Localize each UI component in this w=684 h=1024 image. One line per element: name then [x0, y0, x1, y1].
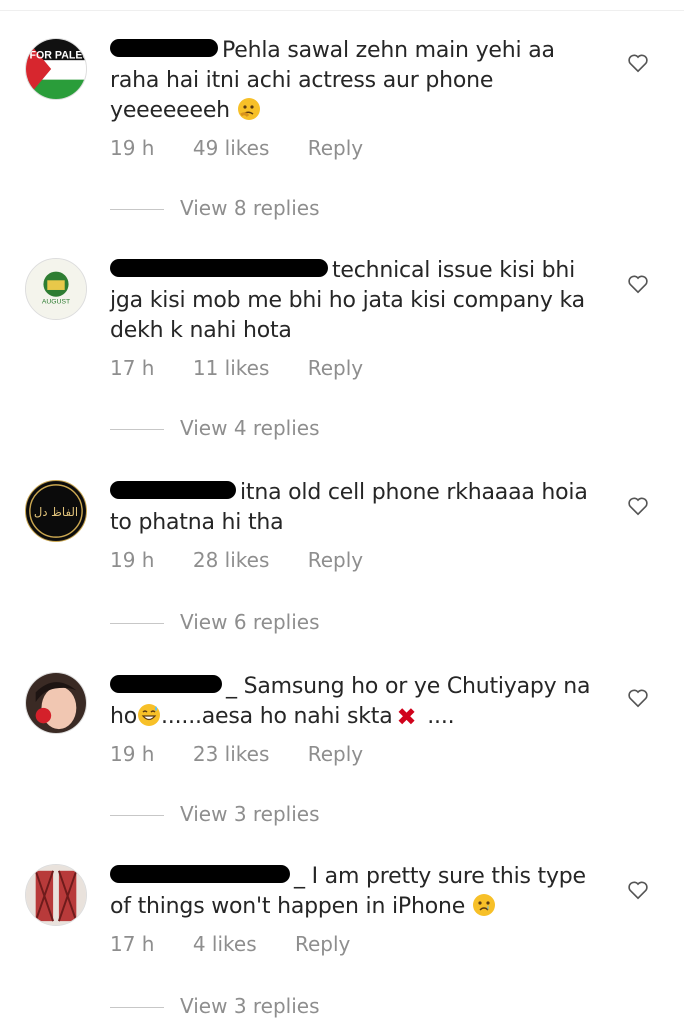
heart-icon[interactable] [627, 688, 649, 708]
profile-photo-avatar-image [26, 865, 86, 925]
likes-count[interactable]: 49 likes [193, 134, 270, 162]
heart-icon[interactable] [627, 880, 649, 900]
view-replies-label: View 3 replies [180, 994, 320, 1018]
thinking-face-emoji-icon [237, 98, 260, 120]
avatar-text: الفاظ دل [34, 505, 78, 519]
view-replies-button[interactable]: View 8 replies [110, 194, 320, 222]
divider-line [110, 1007, 164, 1008]
crying-face-emoji-icon [472, 894, 495, 916]
view-replies-label: View 8 replies [180, 196, 320, 220]
comment-text: Pehla sawal zehn main yehi aa raha hai i… [110, 36, 610, 126]
august-badge-avatar-image: AUGUST [26, 259, 86, 319]
cross-mark-icon: ✖ [396, 703, 417, 731]
comment-meta: 19 h 23 likes Reply [110, 740, 395, 768]
divider-line [110, 209, 164, 210]
timestamp: 19 h [110, 548, 155, 572]
avatar-text: AUGUST [42, 299, 70, 306]
profile-photo-avatar-image [26, 673, 86, 733]
comment-text: itna old cell phone rkhaaaa hoia to phat… [110, 478, 610, 538]
likes-count[interactable]: 11 likes [193, 354, 270, 382]
timestamp: 19 h [110, 742, 155, 766]
heart-icon[interactable] [627, 274, 649, 294]
comment-text: _ Samsung ho or ye Chutiyapy na ho......… [110, 672, 610, 732]
redacted-username [110, 481, 236, 499]
reply-button[interactable]: Reply [308, 354, 363, 382]
redacted-username [110, 675, 222, 693]
redacted-username [110, 259, 328, 277]
top-divider [0, 0, 684, 11]
avatar[interactable] [25, 864, 87, 926]
reply-button[interactable]: Reply [308, 134, 363, 162]
timestamp: 17 h [110, 932, 155, 956]
comment-meta: 19 h 49 likes Reply [110, 134, 395, 162]
comment-body-continued: ......aesa ho nahi skta [161, 704, 393, 729]
avatar[interactable]: الفاظ دل [25, 480, 87, 542]
avatar-text: PRAY FOR PALESTINE [26, 49, 86, 61]
pray-for-palestine-avatar-image: PRAY FOR PALESTINE [26, 39, 86, 99]
view-replies-button[interactable]: View 3 replies [110, 992, 320, 1020]
likes-count[interactable]: 4 likes [193, 930, 257, 958]
heart-icon[interactable] [627, 496, 649, 516]
redacted-username [110, 39, 218, 57]
comment-text: _ I am pretty sure this type of things w… [110, 862, 610, 922]
redacted-username [110, 865, 290, 883]
avatar[interactable]: PRAY FOR PALESTINE [25, 38, 87, 100]
avatar[interactable]: AUGUST [25, 258, 87, 320]
grinning-sweat-emoji-icon [138, 704, 161, 726]
comment-meta: 17 h 4 likes Reply [110, 930, 382, 958]
reply-button[interactable]: Reply [295, 930, 350, 958]
view-replies-label: View 6 replies [180, 610, 320, 634]
reply-button[interactable]: Reply [308, 740, 363, 768]
comment-body-end: .... [420, 704, 455, 729]
view-replies-label: View 4 replies [180, 416, 320, 440]
comment-meta: 19 h 28 likes Reply [110, 546, 395, 574]
timestamp: 19 h [110, 136, 155, 160]
calligraphy-avatar-image: الفاظ دل [26, 481, 86, 541]
reply-button[interactable]: Reply [308, 546, 363, 574]
heart-icon[interactable] [627, 53, 649, 73]
comment-text: technical issue kisi bhi jga kisi mob me… [110, 256, 610, 346]
avatar[interactable] [25, 672, 87, 734]
view-replies-label: View 3 replies [180, 802, 320, 826]
view-replies-button[interactable]: View 6 replies [110, 608, 320, 636]
divider-line [110, 623, 164, 624]
divider-line [110, 815, 164, 816]
timestamp: 17 h [110, 356, 155, 380]
view-replies-button[interactable]: View 3 replies [110, 800, 320, 828]
divider-line [110, 429, 164, 430]
likes-count[interactable]: 28 likes [193, 546, 270, 574]
likes-count[interactable]: 23 likes [193, 740, 270, 768]
view-replies-button[interactable]: View 4 replies [110, 414, 320, 442]
comment-meta: 17 h 11 likes Reply [110, 354, 395, 382]
